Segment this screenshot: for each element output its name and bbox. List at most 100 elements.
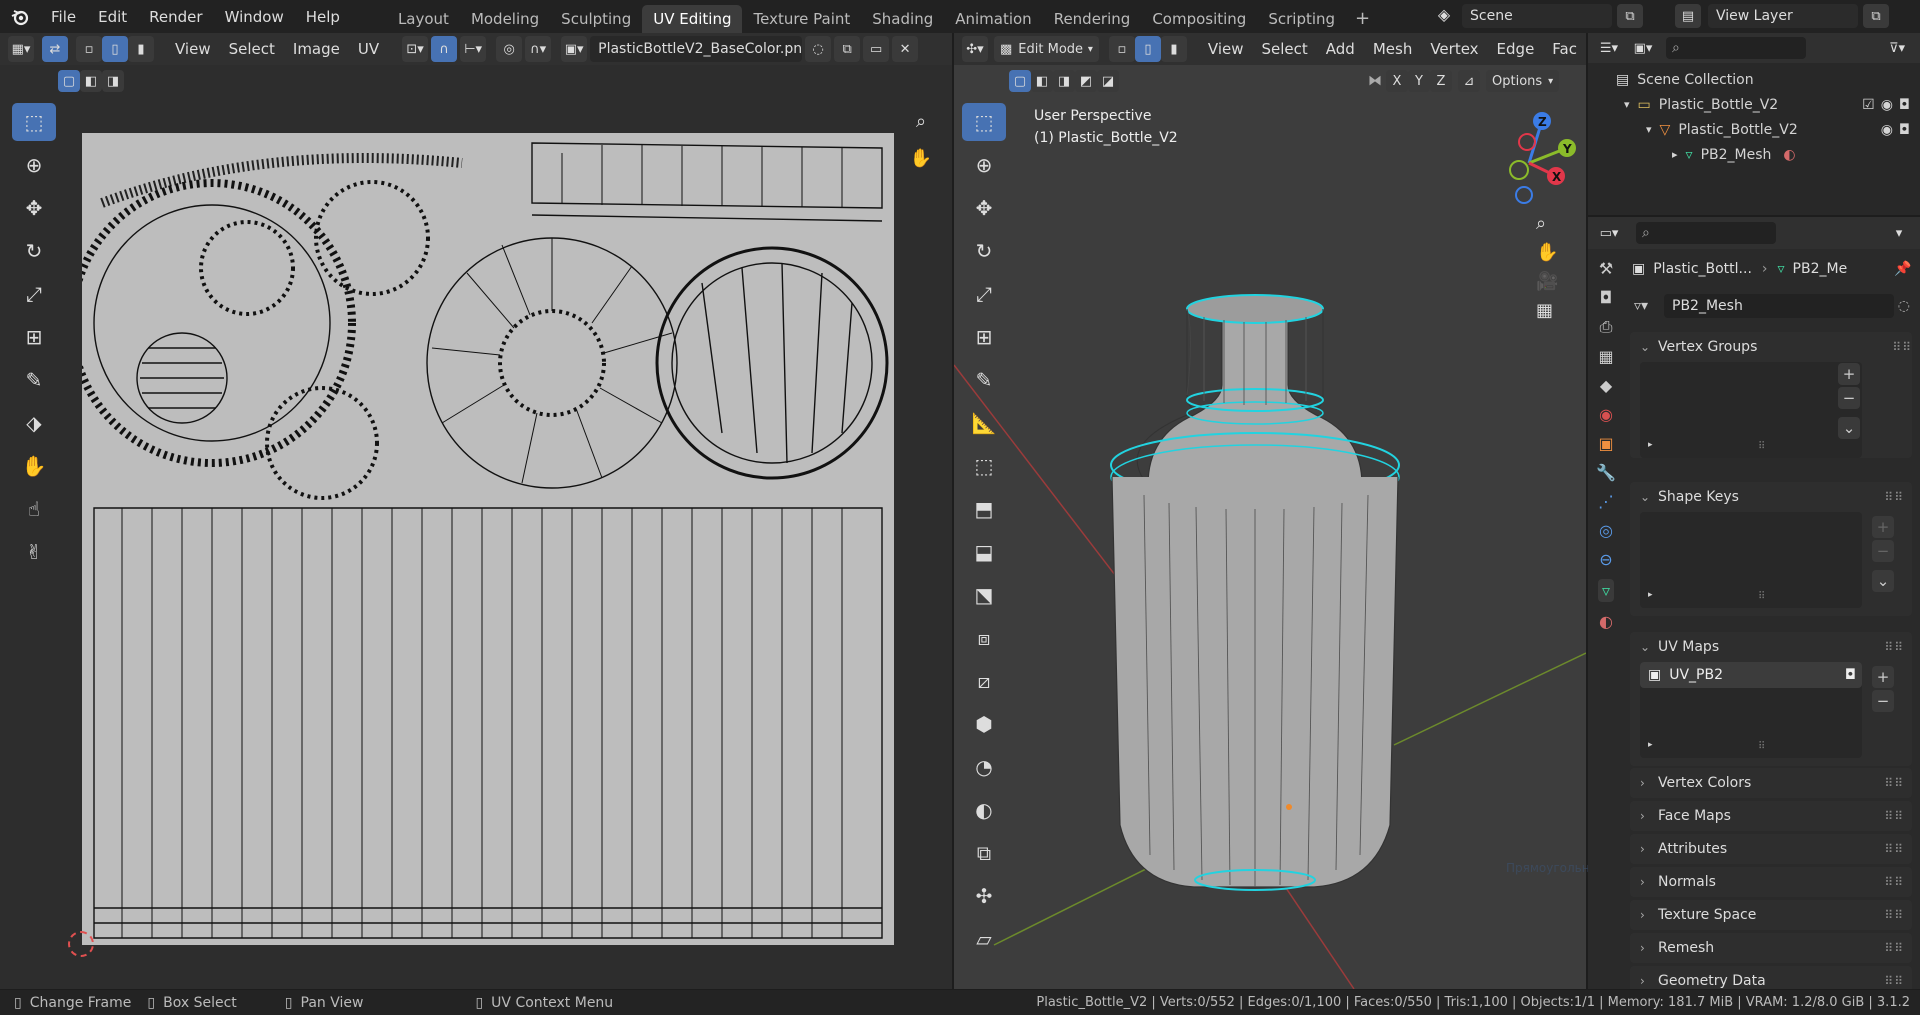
menu-render[interactable]: Render (138, 8, 213, 26)
uv-menu-select[interactable]: Select (220, 40, 284, 58)
vertex-colors-panel[interactable]: › Vertex Colors ⠿⠿ (1630, 768, 1912, 798)
outliner-row-mesh-data[interactable]: ▸ ▿ PB2_Mesh ◐ (1588, 142, 1920, 167)
rip-region-icon[interactable]: ⬗ (12, 404, 56, 442)
texture-space-panel[interactable]: › Texture Space ⠿⠿ (1630, 900, 1912, 930)
pan-hand-icon[interactable]: ✋ (908, 145, 934, 171)
resize-handle-icon[interactable]: ⠿ (1758, 591, 1765, 602)
resize-handle-icon[interactable]: ⠿ (1758, 741, 1765, 752)
uv-texture-image[interactable] (68, 133, 894, 945)
constraints-tab-icon[interactable]: ⊖ (1599, 550, 1612, 569)
drag-handle-icon[interactable]: ⠿⠿ (1884, 908, 1904, 922)
properties-options-icon[interactable]: ▾ (1886, 220, 1912, 246)
tab-compositing[interactable]: Compositing (1141, 5, 1257, 33)
uv-maps-list[interactable]: ▣ UV_PB2 ◘ ▸ ⠿ (1640, 662, 1862, 758)
tab-sculpting[interactable]: Sculpting (550, 5, 642, 33)
remesh-panel[interactable]: › Remesh ⠿⠿ (1630, 933, 1912, 963)
remove-uv-map-button[interactable]: − (1872, 690, 1894, 712)
tool-tab-icon[interactable]: ⚒ (1599, 259, 1613, 278)
open-image-icon[interactable]: ▭ (863, 36, 890, 62)
viewport-menu-view[interactable]: View (1199, 40, 1253, 58)
tab-rendering[interactable]: Rendering (1043, 5, 1142, 33)
uv-menu-uv[interactable]: UV (349, 40, 388, 58)
render-camera-icon[interactable]: ◘ (1899, 97, 1910, 113)
select-box-icon[interactable]: ⬚ (12, 103, 56, 141)
tab-shading[interactable]: Shading (861, 5, 944, 33)
outliner-row-object[interactable]: ▾ ▽ Plastic_Bottle_V2 ◉ ◘ (1588, 117, 1920, 142)
pivot-icon[interactable]: ⊡▾ (402, 36, 429, 62)
vertex-groups-header[interactable]: ⌄ Vertex Groups ⠿⠿ (1630, 332, 1912, 362)
remove-vertex-group-button[interactable]: − (1838, 387, 1860, 409)
mesh-name-field[interactable]: PB2_Mesh (1664, 294, 1894, 318)
edge-select-icon[interactable]: ▯ (102, 36, 128, 62)
tab-texture-paint[interactable]: Texture Paint (742, 5, 861, 33)
geometry-data-panel[interactable]: › Geometry Data ⠿⠿ (1630, 966, 1912, 989)
scale-icon[interactable]: ⤢ (12, 275, 56, 313)
outliner-row-scene-collection[interactable]: ▤ Scene Collection (1588, 67, 1920, 92)
bottle-mesh[interactable] (954, 65, 1586, 989)
outliner-type-icon[interactable]: ☰▾ (1596, 35, 1622, 61)
transform-icon[interactable]: ⊞ (12, 318, 56, 356)
pin-icon[interactable]: 📌 (1894, 261, 1911, 277)
sync-selection-icon[interactable]: ⇄ (42, 36, 68, 62)
outliner-search-input[interactable]: ⌕ (1666, 37, 1806, 59)
menu-window[interactable]: Window (214, 8, 295, 26)
blender-logo-icon[interactable] (0, 0, 40, 33)
visibility-eye-icon[interactable]: ◉ (1881, 97, 1893, 113)
tab-uv-editing[interactable]: UV Editing (642, 5, 743, 33)
new-image-icon[interactable]: ⧉ (834, 36, 861, 62)
mesh-browse-icon[interactable]: ▿▾ (1634, 298, 1664, 314)
drag-handle-icon[interactable]: ⠿⠿ (1892, 340, 1912, 354)
grab-icon[interactable]: ✋ (12, 447, 56, 485)
vertex-select-icon[interactable]: ▫ (76, 36, 102, 62)
mode-selector[interactable]: ▩ Edit Mode ▾ (994, 36, 1099, 62)
menu-edit[interactable]: Edit (87, 8, 138, 26)
falloff-icon[interactable]: ∩▾ (525, 36, 552, 62)
tab-layout[interactable]: Layout (387, 5, 460, 33)
snap-icon[interactable]: ∩ (431, 36, 458, 62)
viewport-menu-vertex[interactable]: Vertex (1421, 40, 1487, 58)
drag-handle-icon[interactable]: ⠿⠿ (1884, 842, 1904, 856)
viewport-menu-face[interactable]: Fac (1543, 40, 1586, 58)
vertex-group-specials-icon[interactable]: ⌄ (1838, 417, 1860, 439)
proportional-edit-icon[interactable]: ◎ (496, 36, 523, 62)
drag-handle-icon[interactable]: ⠿⠿ (1884, 490, 1904, 504)
new-scene-icon[interactable]: ⧉ (1617, 4, 1643, 28)
new-view-layer-icon[interactable]: ⧉ (1863, 4, 1889, 28)
remove-shape-key-button[interactable]: − (1872, 540, 1894, 562)
drag-handle-icon[interactable]: ⠿⠿ (1884, 776, 1904, 790)
unlink-image-icon[interactable]: ✕ (892, 36, 919, 62)
select-mode-new-icon[interactable]: ▢ (58, 70, 80, 92)
uv-maps-header[interactable]: ⌄ UV Maps ⠿⠿ (1630, 632, 1912, 662)
drag-handle-icon[interactable]: ⠿⠿ (1884, 941, 1904, 955)
render-tab-icon[interactable]: ◘ (1600, 288, 1613, 307)
expand-triangle-icon[interactable]: ▸ (1648, 590, 1653, 600)
snap-target-icon[interactable]: ⊢▾ (460, 36, 487, 62)
select-mode-subtract-icon[interactable]: ◨ (102, 70, 124, 92)
2d-cursor-icon[interactable] (68, 931, 94, 957)
viewport-menu-add[interactable]: Add (1317, 40, 1364, 58)
viewport-menu-select[interactable]: Select (1253, 40, 1317, 58)
particles-tab-icon[interactable]: ⋰ (1598, 492, 1614, 511)
attributes-panel[interactable]: › Attributes ⠿⠿ (1630, 834, 1912, 864)
scene-name-field[interactable]: Scene (1462, 4, 1612, 28)
relax-icon[interactable]: ☝ (12, 490, 56, 528)
display-mode-icon[interactable]: ▣▾ (1630, 35, 1656, 61)
tab-modeling[interactable]: Modeling (460, 5, 550, 33)
material-icon[interactable]: ◐ (1783, 147, 1795, 163)
active-render-camera-icon[interactable]: ◘ (1845, 667, 1856, 683)
tab-scripting[interactable]: Scripting (1257, 5, 1346, 33)
viewport-editor-type-icon[interactable]: ✣▾ (962, 36, 988, 62)
fake-user-icon[interactable]: ◌ (805, 36, 832, 62)
edge-mode-icon[interactable]: ▯ (1134, 36, 1161, 62)
drag-handle-icon[interactable]: ⠿⠿ (1884, 875, 1904, 889)
view-layer-icon[interactable]: ▤ (1675, 4, 1701, 28)
pinch-icon[interactable]: ✌ (12, 533, 56, 571)
resize-handle-icon[interactable]: ⠿ (1758, 441, 1765, 452)
scene-selector-icon[interactable]: ◈ (1428, 5, 1460, 29)
face-maps-panel[interactable]: › Face Maps ⠿⠿ (1630, 801, 1912, 831)
vertex-groups-list[interactable]: ▸ ⠿ (1640, 362, 1862, 458)
image-name-field[interactable]: PlasticBottleV2_BaseColor.png (590, 36, 803, 62)
include-checkbox-icon[interactable]: ☑ (1862, 97, 1875, 113)
properties-type-icon[interactable]: ▭▾ (1596, 220, 1622, 246)
uv-map-item[interactable]: ▣ UV_PB2 ◘ (1640, 662, 1862, 688)
